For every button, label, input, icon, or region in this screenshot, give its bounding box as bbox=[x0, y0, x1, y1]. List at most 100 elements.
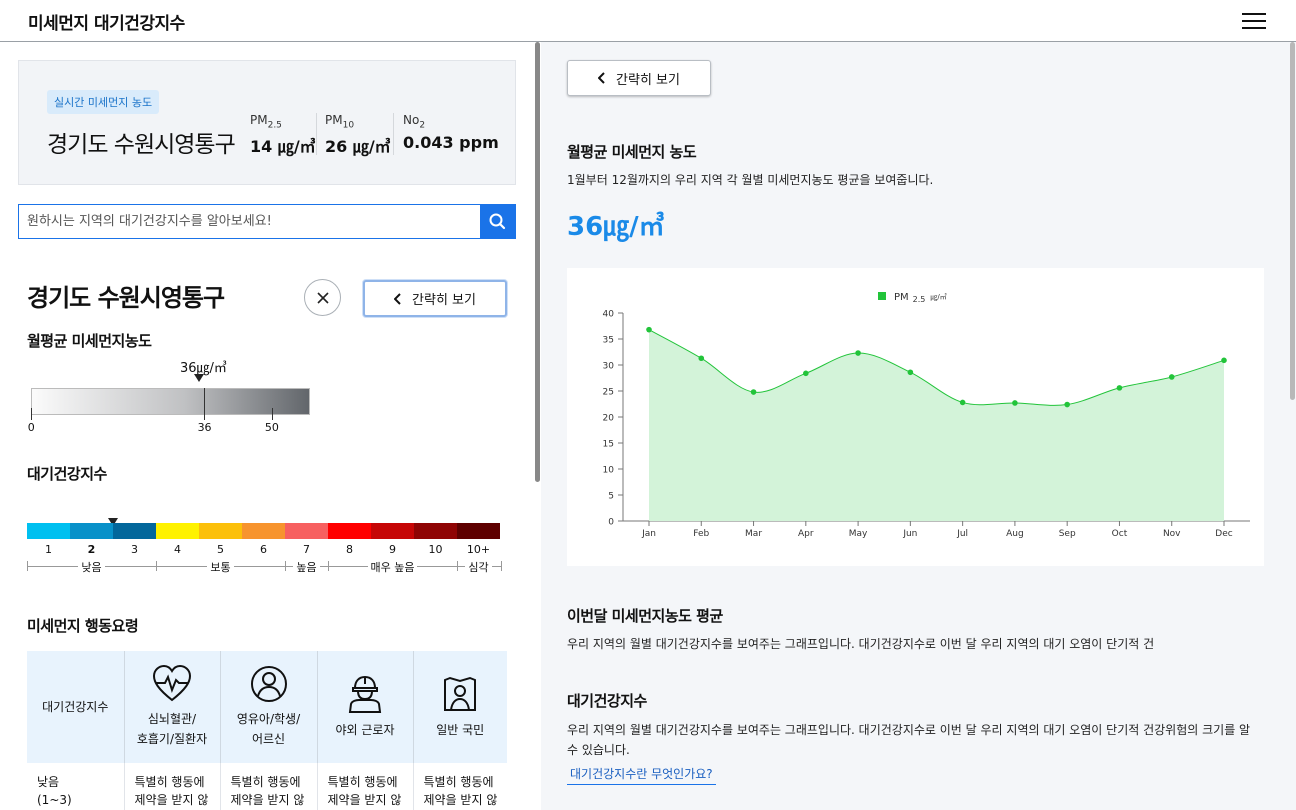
x-tick-label: Nov bbox=[1163, 529, 1181, 539]
x-tick-label: Oct bbox=[1112, 529, 1128, 539]
chart-legend: PM 2.5 ㎍/㎥ bbox=[878, 292, 947, 304]
category-label: 심각 bbox=[465, 559, 492, 575]
monthly-chart: PM 2.5 ㎍/㎥ 0 5 10 15 20 25 30 35 40 Jan Feb Mar Apr May… bbox=[567, 268, 1264, 566]
realtime-region: 경기도 수원시영통구 bbox=[47, 132, 236, 158]
gauge-tick-label: 0 bbox=[27, 421, 35, 434]
index-level-swatch bbox=[371, 523, 414, 539]
worker-icon bbox=[348, 675, 382, 713]
y-tick-label: 15 bbox=[603, 440, 614, 450]
divider bbox=[316, 113, 317, 155]
data-point bbox=[1064, 401, 1070, 408]
search-button[interactable] bbox=[480, 205, 515, 238]
index-level-label: 2 bbox=[87, 543, 96, 556]
gauge-tick-label: 50 bbox=[264, 421, 279, 434]
legend-swatch bbox=[878, 292, 886, 300]
pm10-value: 26 ㎍/㎥ bbox=[325, 137, 391, 157]
search-input[interactable] bbox=[19, 205, 481, 238]
series-area bbox=[649, 329, 1224, 521]
category-label: 낮음 bbox=[78, 559, 105, 575]
x-tick-label: Jul bbox=[956, 529, 968, 539]
monthly-title: 월평균 미세먼지 농도 bbox=[567, 143, 697, 161]
index-level-swatch bbox=[199, 523, 242, 539]
month-avg-title: 이번달 미세먼지농도 평균 bbox=[567, 607, 723, 625]
pm10-metric: PM10 26 ㎍/㎥ bbox=[325, 113, 391, 157]
brief-view-label: 간략히 보기 bbox=[616, 72, 680, 88]
category-label: 보통 bbox=[207, 559, 234, 575]
y-tick-label: 0 bbox=[608, 518, 614, 528]
table-cell: 낮음 (1~3) bbox=[27, 763, 125, 810]
table-header: 야외 근로자 bbox=[317, 651, 414, 763]
index-level-label: 9 bbox=[389, 543, 396, 556]
category-label: 매우 높음 bbox=[367, 559, 418, 575]
data-point bbox=[855, 350, 861, 356]
data-point bbox=[646, 326, 652, 333]
x-tick-label: Dec bbox=[1215, 529, 1232, 539]
monthly-desc: 1월부터 12월까지의 우리 지역 각 월별 미세먼지농도 평균을 보여줍니다. bbox=[567, 173, 934, 187]
index-level-swatch bbox=[285, 523, 328, 539]
search-icon bbox=[489, 213, 506, 230]
index-level-swatch bbox=[27, 523, 70, 539]
index-level-label: 10+ bbox=[466, 543, 491, 556]
no2-value: 0.043 ppm bbox=[403, 133, 499, 153]
menu-icon[interactable] bbox=[1242, 12, 1266, 30]
month-avg-desc: 우리 지역의 월별 대기건강지수를 보여주는 그래프입니다. 대기건강지수로 이… bbox=[567, 637, 1155, 651]
table-cell: 특별히 행동에 제약을 받지 않 bbox=[423, 775, 498, 807]
data-point bbox=[698, 355, 705, 362]
index-level-label: 1 bbox=[45, 543, 52, 556]
close-icon bbox=[317, 292, 329, 304]
search-bar bbox=[18, 204, 516, 239]
y-tick-label: 35 bbox=[603, 336, 614, 346]
index-title: 대기건강지수 bbox=[567, 692, 647, 710]
x-tick-label: Sep bbox=[1059, 529, 1076, 539]
top-bar: 미세먼지 대기건강지수 bbox=[0, 0, 1296, 42]
realtime-tag: 실시간 미세먼지 농도 bbox=[47, 90, 160, 114]
chevron-left-icon bbox=[598, 72, 605, 84]
concentration-gauge bbox=[31, 388, 310, 415]
data-point bbox=[750, 389, 757, 395]
y-tick-label: 25 bbox=[603, 388, 614, 398]
table-row: 낮음 (1~3) 특별히 행동에 제약을 받지 않 특별히 행동에 제약을 받지… bbox=[27, 763, 507, 810]
left-scrollbar[interactable] bbox=[534, 42, 541, 810]
right-scrollbar[interactable] bbox=[1289, 42, 1296, 810]
legend-label: PM 2.5 ㎍/㎥ bbox=[894, 292, 947, 304]
data-point bbox=[1012, 400, 1018, 406]
table-header: 대기건강지수 bbox=[27, 651, 125, 763]
index-level-swatch bbox=[328, 523, 371, 539]
index-level-swatch bbox=[113, 523, 156, 539]
brief-view-button[interactable]: 간략히 보기 bbox=[363, 280, 507, 317]
table-header: 영유아/학생/ 어르신 bbox=[220, 651, 318, 763]
category-tick bbox=[156, 561, 157, 571]
index-level-swatch bbox=[414, 523, 457, 539]
table-cell: 특별히 행동에 제약을 받지 않 bbox=[220, 763, 318, 810]
close-button[interactable] bbox=[304, 279, 341, 316]
table-cell: 특별히 행동에 제약을 받지 않 bbox=[124, 763, 221, 810]
index-level-label: 10 bbox=[428, 543, 443, 556]
index-level-swatch bbox=[242, 523, 285, 539]
index-desc: 우리 지역의 월별 대기건강지수를 보여주는 그래프입니다. 대기건강지수로 이… bbox=[567, 723, 1251, 757]
index-level-label: 6 bbox=[260, 543, 267, 556]
chart-svg: PM 2.5 ㎍/㎥ 0 5 10 15 20 25 30 35 40 Jan Feb Mar Apr May… bbox=[603, 292, 1250, 539]
scrollbar-thumb[interactable] bbox=[1290, 42, 1295, 400]
scrollbar-thumb[interactable] bbox=[535, 42, 540, 482]
index-info-link[interactable]: 대기건강지수란 무엇인가요? bbox=[567, 765, 716, 785]
gauge-marker-icon bbox=[194, 374, 204, 382]
data-point bbox=[1116, 385, 1123, 391]
brief-view-button[interactable]: 간략히 보기 bbox=[567, 60, 711, 96]
left-panel: 실시간 미세먼지 농도 경기도 수원시영통구 PM2.5 14 ㎍/㎥ PM10… bbox=[0, 42, 534, 810]
y-tick-label: 10 bbox=[603, 466, 615, 476]
x-tick-label: Aug bbox=[1006, 529, 1024, 539]
category-tick bbox=[328, 561, 329, 571]
index-level-swatch bbox=[457, 523, 500, 539]
index-level-label: 5 bbox=[217, 543, 224, 556]
category-tick bbox=[27, 561, 28, 571]
chevron-left-icon bbox=[394, 292, 401, 305]
y-tick-label: 40 bbox=[603, 310, 615, 320]
region-title: 경기도 수원시영통구 bbox=[27, 284, 225, 312]
divider bbox=[393, 113, 394, 155]
index-level-label: 3 bbox=[131, 543, 138, 556]
right-panel: 간략히 보기 월평균 미세먼지 농도 1월부터 12월까지의 우리 지역 각 월… bbox=[541, 42, 1289, 810]
x-tick-label: Jan bbox=[641, 529, 656, 539]
pm25-value: 14 ㎍/㎥ bbox=[250, 137, 316, 157]
monthly-label: 월평균 미세먼지농도 bbox=[27, 332, 152, 350]
brief-view-label: 간략히 보기 bbox=[412, 293, 476, 308]
